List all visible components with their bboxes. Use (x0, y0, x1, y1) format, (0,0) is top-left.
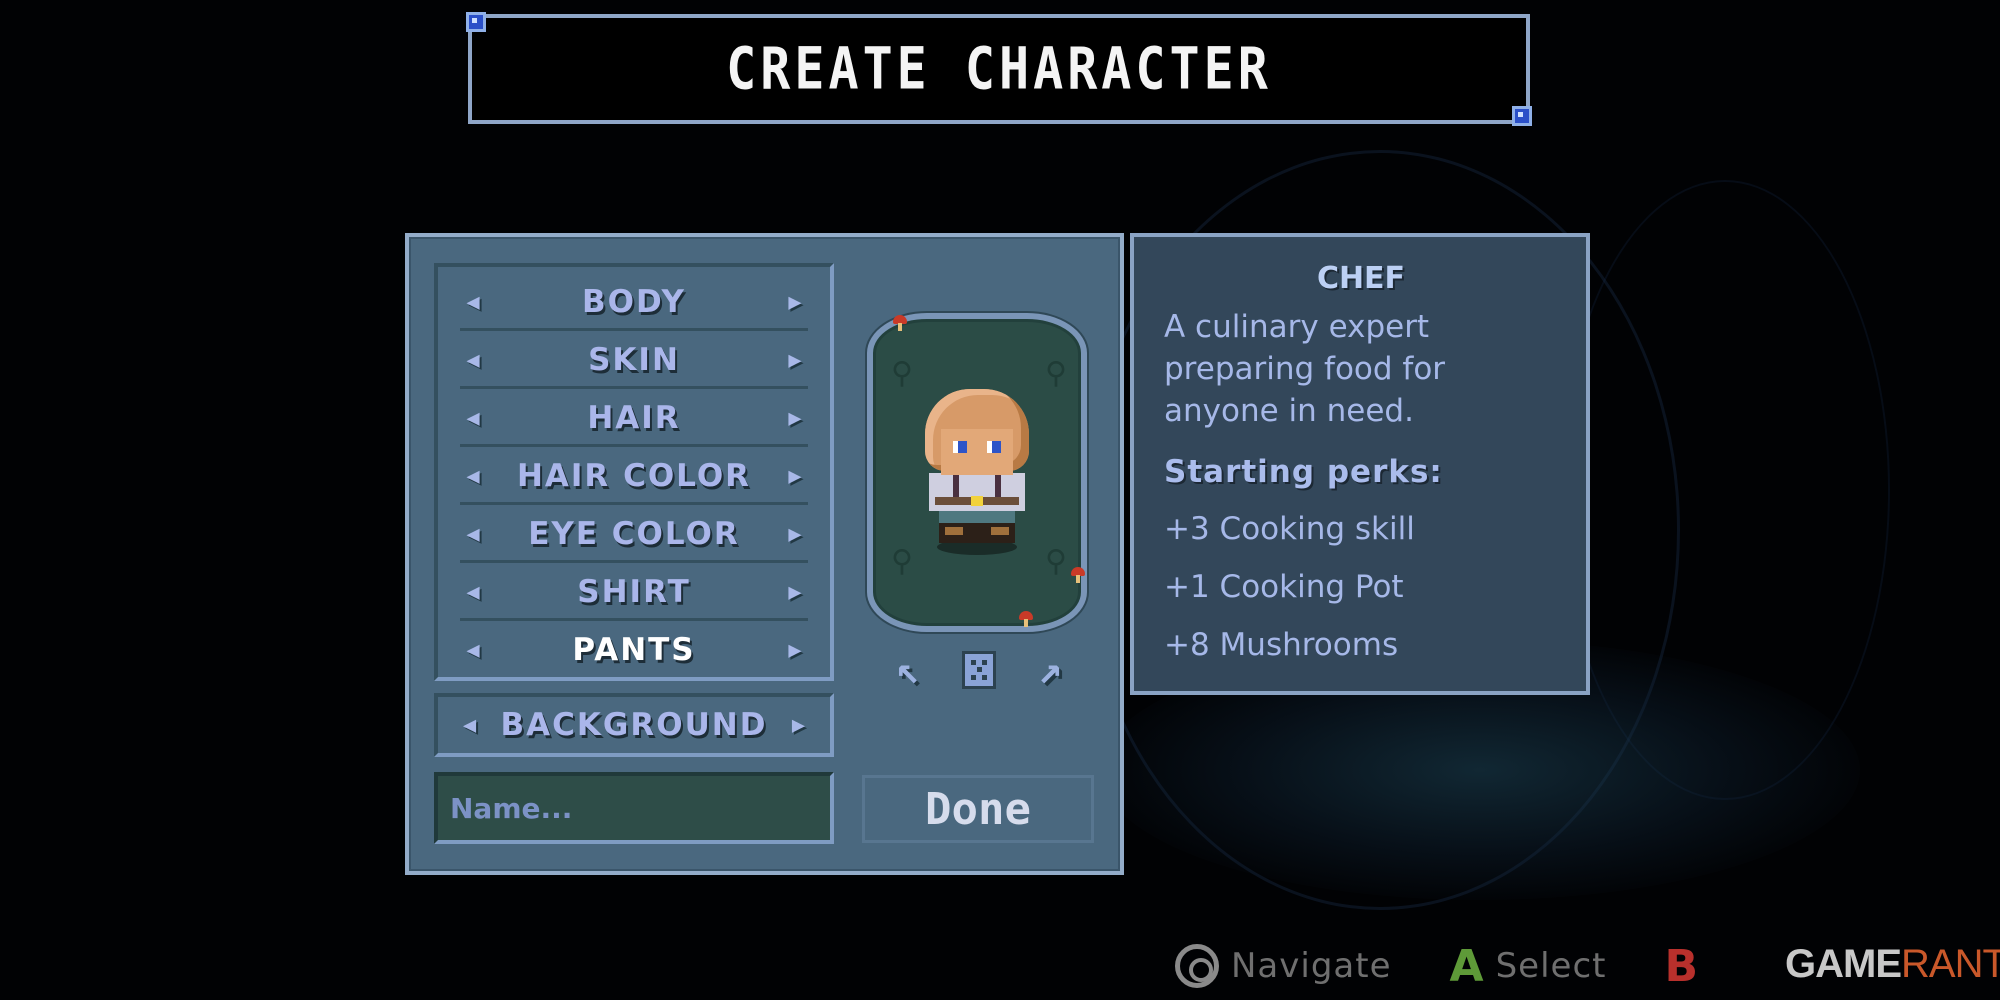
back-prompt: B (1664, 941, 1710, 992)
perk-item: +8 Mushrooms (1164, 627, 1399, 663)
class-info-panel: CHEF A culinary expert preparing food fo… (1130, 233, 1590, 695)
navigate-label: Navigate (1231, 946, 1392, 986)
prev-arrow-icon[interactable]: ◀ (460, 405, 486, 431)
mushroom-icon (1071, 567, 1085, 583)
next-arrow-icon[interactable]: ▶ (782, 637, 808, 663)
option-label[interactable]: HAIR (587, 400, 680, 436)
select-label: Select (1495, 946, 1607, 986)
option-row-body: ◀ BODY ▶ (460, 273, 808, 331)
watermark-part: RANT (1901, 942, 2000, 986)
corner-gem-icon (466, 12, 486, 32)
next-arrow-icon[interactable]: ▶ (782, 521, 808, 547)
prev-arrow-icon[interactable]: ◀ (460, 463, 486, 489)
left-stick-icon (1175, 944, 1219, 988)
corner-gem-icon (1512, 106, 1532, 126)
background-label[interactable]: BACKGROUND (501, 707, 768, 743)
navigate-prompt: Navigate (1175, 944, 1392, 988)
next-arrow-icon[interactable]: ▶ (782, 579, 808, 605)
option-row-shirt: ◀ SHIRT ▶ (460, 563, 808, 621)
rotate-right-button[interactable]: ↗ (1021, 647, 1079, 693)
control-hints: Navigate A Select B (1175, 940, 1768, 992)
option-label[interactable]: SKIN (588, 342, 680, 378)
prev-arrow-icon[interactable]: ◀ (460, 347, 486, 373)
next-arrow-icon[interactable]: ▶ (782, 289, 808, 315)
title-banner: CREATE CHARACTER (466, 12, 1532, 126)
vine-decoration-icon: ⚲ (891, 356, 913, 391)
character-sprite (917, 389, 1037, 559)
option-row-hair-color: ◀ HAIR COLOR ▶ (460, 447, 808, 505)
mushroom-icon (1019, 611, 1033, 627)
option-label[interactable]: HAIR COLOR (517, 458, 751, 494)
option-row-eye-color: ◀ EYE COLOR ▶ (460, 505, 808, 563)
a-button-icon: A (1449, 940, 1484, 992)
select-prompt: A Select (1450, 941, 1607, 992)
randomize-dice-icon[interactable] (962, 651, 996, 689)
perks-heading: Starting perks: (1164, 454, 1443, 490)
watermark-logo: GAMERANT (1785, 942, 2000, 987)
preview-controls: ↖ ↗ (879, 647, 1079, 693)
option-label-selected[interactable]: PANTS (572, 632, 695, 668)
page-title: CREATE CHARACTER (726, 35, 1272, 103)
perk-item: +1 Cooking Pot (1164, 569, 1404, 605)
next-arrow-icon[interactable]: ▶ (782, 463, 808, 489)
prev-arrow-icon[interactable]: ◀ (457, 712, 483, 738)
b-button-icon: B (1664, 940, 1699, 992)
vine-decoration-icon: ⚲ (1045, 356, 1067, 391)
name-input[interactable] (434, 772, 834, 844)
next-arrow-icon[interactable]: ▶ (782, 347, 808, 373)
class-name: CHEF (1316, 261, 1406, 296)
option-label[interactable]: SHIRT (577, 574, 690, 610)
options-list: ◀ BODY ▶ ◀ SKIN ▶ ◀ HAIR ▶ ◀ HAIR COLOR … (434, 263, 834, 681)
option-row-skin: ◀ SKIN ▶ (460, 331, 808, 389)
option-row-pants: ◀ PANTS ▶ (460, 621, 808, 679)
vine-decoration-icon: ⚲ (891, 544, 913, 579)
option-label[interactable]: EYE COLOR (528, 516, 740, 552)
character-preview: ⚲ ⚲ ⚲ ⚲ (861, 309, 1093, 636)
next-arrow-icon[interactable]: ▶ (785, 712, 811, 738)
done-button[interactable]: Done (862, 775, 1094, 843)
vine-decoration-icon: ⚲ (1045, 544, 1067, 579)
option-row-hair: ◀ HAIR ▶ (460, 389, 808, 447)
rotate-left-button[interactable]: ↖ (879, 647, 937, 693)
prev-arrow-icon[interactable]: ◀ (460, 289, 486, 315)
background-selector: ◀ BACKGROUND ▶ (434, 693, 834, 757)
prev-arrow-icon[interactable]: ◀ (460, 521, 486, 547)
perk-item: +3 Cooking skill (1164, 511, 1415, 547)
prev-arrow-icon[interactable]: ◀ (460, 637, 486, 663)
watermark-part: GAME (1785, 942, 1902, 986)
option-label[interactable]: BODY (582, 284, 686, 320)
mushroom-icon (893, 315, 907, 331)
customization-panel: ◀ BODY ▶ ◀ SKIN ▶ ◀ HAIR ▶ ◀ HAIR COLOR … (405, 233, 1124, 875)
prev-arrow-icon[interactable]: ◀ (460, 579, 486, 605)
class-description: A culinary expert preparing food for any… (1164, 309, 1446, 429)
next-arrow-icon[interactable]: ▶ (782, 405, 808, 431)
